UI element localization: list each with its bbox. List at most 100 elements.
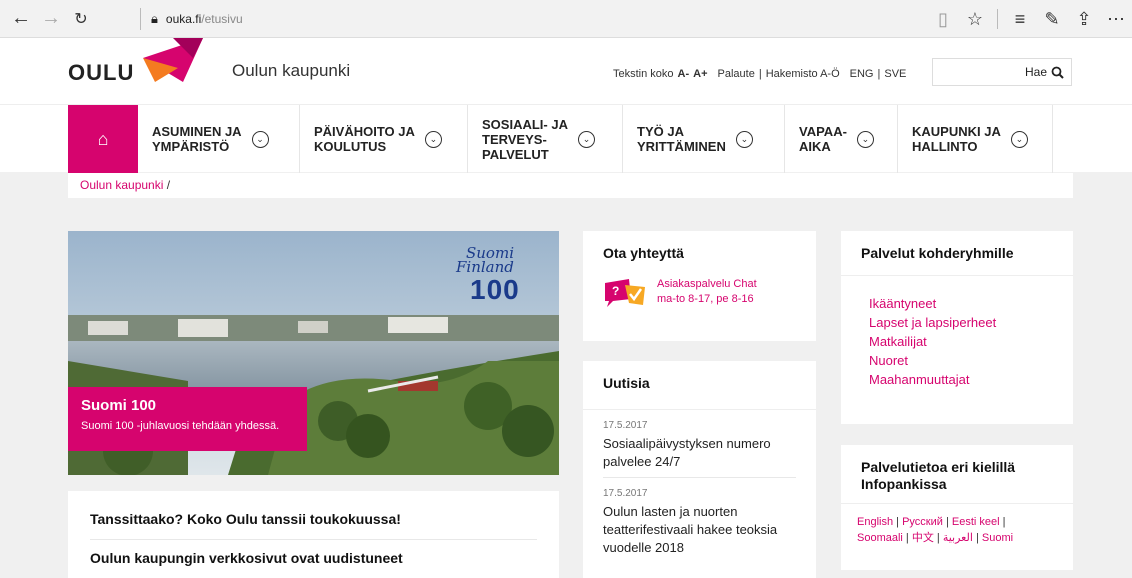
text-size-label: Tekstin koko [613, 68, 674, 80]
feedback-link[interactable]: Palaute [718, 68, 755, 80]
news-item[interactable]: 17.5.2017 Sosiaalipäivystyksen numero pa… [583, 410, 816, 477]
contact-title: Ota yhteyttä [603, 245, 684, 261]
text-smaller-button[interactable]: A- [678, 68, 690, 80]
divider [90, 539, 537, 540]
languages-title: Palvelutietoa eri kielillä Infopankissa [841, 445, 1073, 504]
nav-label: PÄIVÄHOITO JA KOULUTUS [314, 124, 415, 154]
index-link[interactable]: Hakemisto A-Ö [766, 68, 840, 80]
chevron-down-icon[interactable]: ⌄ [735, 130, 753, 148]
nav-item-tyo[interactable]: TYÖ JA YRITTÄMINEN ⌄ [623, 105, 785, 173]
nav-item-sosiaali[interactable]: SOSIAALI- JA TERVEYS- PALVELUT ⌄ [468, 105, 623, 173]
tools-separator: | [758, 68, 762, 80]
forward-icon[interactable]: → [36, 4, 66, 34]
chat-label: Asiakaspalvelu Chat [657, 278, 757, 290]
hero-banner[interactable]: Suomi Finland 100 Suomi 100 Suomi 100 -j… [68, 231, 559, 475]
service-link-lapset[interactable]: Lapset ja lapsiperheet [869, 313, 1045, 332]
chevron-down-icon[interactable]: ⌄ [1010, 130, 1028, 148]
hub-icon[interactable]: ≡ [1004, 4, 1036, 34]
suomi-finland-100-logo: Suomi Finland 100 [456, 244, 520, 306]
lang-link-russian[interactable]: Русский [902, 516, 943, 528]
text-larger-button[interactable]: A+ [693, 68, 707, 80]
lang-separator: | [936, 532, 940, 544]
site-name: Oulun kaupunki [232, 61, 351, 80]
reading-view-icon[interactable]: ▯ [927, 4, 959, 34]
web-note-icon[interactable]: ✎ [1036, 4, 1068, 34]
search-button[interactable]: Hae [1019, 65, 1064, 79]
lang-separator: | [896, 516, 899, 528]
featured-news-list: Tanssittaako? Koko Oulu tanssii toukokuu… [68, 491, 559, 578]
nav-item-kaupunki[interactable]: KAUPUNKI JA HALLINTO ⌄ [898, 105, 1053, 173]
breadcrumb-separator: / [166, 178, 171, 192]
services-list: Ikääntyneet Lapset ja lapsiperheet Matka… [841, 276, 1073, 407]
nav-item-asuminen[interactable]: ASUMINEN JA YMPÄRISTÖ ⌄ [138, 105, 300, 173]
home-icon: ⌂ [97, 128, 109, 149]
news-text: Sosiaalipäivystyksen numero palvelee 24/… [603, 436, 771, 469]
search-input[interactable] [933, 59, 1019, 85]
refresh-icon[interactable]: ↻ [66, 4, 96, 34]
hero-caption[interactable]: Suomi 100 Suomi 100 -juhlavuosi tehdään … [68, 387, 307, 451]
breadcrumb: Oulun kaupunki / [68, 173, 1073, 198]
nav-label: VAPAA- AIKA [799, 124, 847, 154]
news-title: Uutisia [583, 361, 816, 410]
lang-link-estonian[interactable]: Eesti keel [952, 516, 1000, 528]
chat-hours: ma-to 8-17, pe 8-16 [657, 293, 754, 305]
search-box: Hae [932, 58, 1072, 86]
services-title: Palvelut kohderyhmille [841, 231, 1073, 276]
services-box: Palvelut kohderyhmille Ikääntyneet Lapse… [841, 231, 1073, 424]
main-navigation: ⌂ ASUMINEN JA YMPÄRISTÖ ⌄ PÄIVÄHOITO JA KO… [0, 104, 1132, 173]
search-button-label: Hae [1025, 65, 1048, 79]
more-icon[interactable]: ⋯ [1100, 4, 1132, 34]
service-link-nuoret[interactable]: Nuoret [869, 351, 1045, 370]
lock-icon: 🔒︎ [151, 11, 158, 26]
lang-eng-link[interactable]: ENG [850, 68, 874, 80]
lang-separator: | [905, 532, 909, 544]
service-link-matkailijat[interactable]: Matkailijat [869, 332, 1045, 351]
chevron-down-icon[interactable]: ⌄ [856, 130, 874, 148]
chat-icon: ? [605, 279, 645, 307]
nav-label: SOSIAALI- JA TERVEYS- PALVELUT [482, 116, 568, 162]
lang-link-somali[interactable]: Soomaali [857, 532, 903, 544]
service-link-ikaantyneet[interactable]: Ikääntyneet [869, 294, 1045, 313]
favorite-star-icon[interactable]: ☆ [959, 4, 991, 34]
news-date: 17.5.2017 [603, 488, 648, 499]
oulu-logo-shape [143, 38, 203, 82]
lang-link-finnish[interactable]: Suomi [982, 532, 1013, 544]
nav-item-paivahoito[interactable]: PÄIVÄHOITO JA KOULUTUS ⌄ [300, 105, 468, 173]
nav-label: TYÖ JA YRITTÄMINEN [637, 124, 726, 154]
lang-link-chinese[interactable]: 中文 [912, 532, 934, 544]
breadcrumb-home-link[interactable]: Oulun kaupunki [80, 178, 163, 192]
languages-box: Palvelutietoa eri kielillä Infopankissa … [841, 445, 1073, 570]
address-bar[interactable]: 🔒︎ ouka.fi/etusivu [140, 8, 243, 30]
chevron-down-icon[interactable]: ⌄ [577, 130, 595, 148]
contact-box: Ota yhteyttä ? Asiakaspalvelu Chat ma-to… [583, 231, 816, 341]
header-tools: Tekstin koko A- A+ Palaute | Hakemisto A… [613, 68, 906, 80]
home-button[interactable]: ⌂ [68, 105, 138, 173]
news-text: Oulun lasten ja nuorten teatterifestivaa… [603, 504, 778, 555]
url-host: ouka.fi [165, 12, 202, 26]
chevron-down-icon[interactable]: ⌄ [251, 130, 269, 148]
lang-separator: | [975, 532, 979, 544]
hero-subtitle: Suomi 100 -juhlavuosi tehdään yhdessä. [81, 420, 280, 432]
oulu-logo[interactable]: OULU [68, 60, 134, 86]
url-path: /etusivu [201, 12, 243, 26]
chevron-down-icon[interactable]: ⌄ [424, 130, 442, 148]
featured-news-item[interactable]: Oulun kaupungin verkkosivut ovat uudistu… [90, 550, 537, 566]
search-icon [1051, 66, 1064, 79]
svg-text:?: ? [612, 284, 619, 298]
lang-separator: | [1002, 516, 1006, 528]
nav-label: KAUPUNKI JA HALLINTO [912, 124, 1001, 154]
site-header: OULU Oulun kaupunki Tekstin koko A- A+ P… [0, 38, 1132, 104]
chat-link[interactable]: ? Asiakaspalvelu Chat ma-to 8-17, pe 8-1… [583, 275, 816, 309]
browser-toolbar: ← → ↻ 🔒︎ ouka.fi/etusivu ▯ ☆ ≡ ✎ ⇪ ⋯ [0, 0, 1132, 38]
service-link-maahanmuuttajat[interactable]: Maahanmuuttajat [869, 370, 1045, 389]
nav-item-vapaa-aika[interactable]: VAPAA- AIKA ⌄ [785, 105, 898, 173]
lang-link-english[interactable]: English [857, 516, 893, 528]
share-icon[interactable]: ⇪ [1068, 4, 1100, 34]
lang-link-arabic[interactable]: العربية [943, 532, 973, 544]
news-item[interactable]: 17.5.2017 Oulun lasten ja nuorten teatte… [603, 477, 796, 563]
toolbar-divider [997, 9, 998, 29]
nav-label: ASUMINEN JA YMPÄRISTÖ [152, 124, 242, 154]
lang-sve-link[interactable]: SVE [884, 68, 906, 80]
featured-news-item[interactable]: Tanssittaako? Koko Oulu tanssii toukokuu… [90, 511, 537, 527]
back-icon[interactable]: ← [6, 4, 36, 34]
